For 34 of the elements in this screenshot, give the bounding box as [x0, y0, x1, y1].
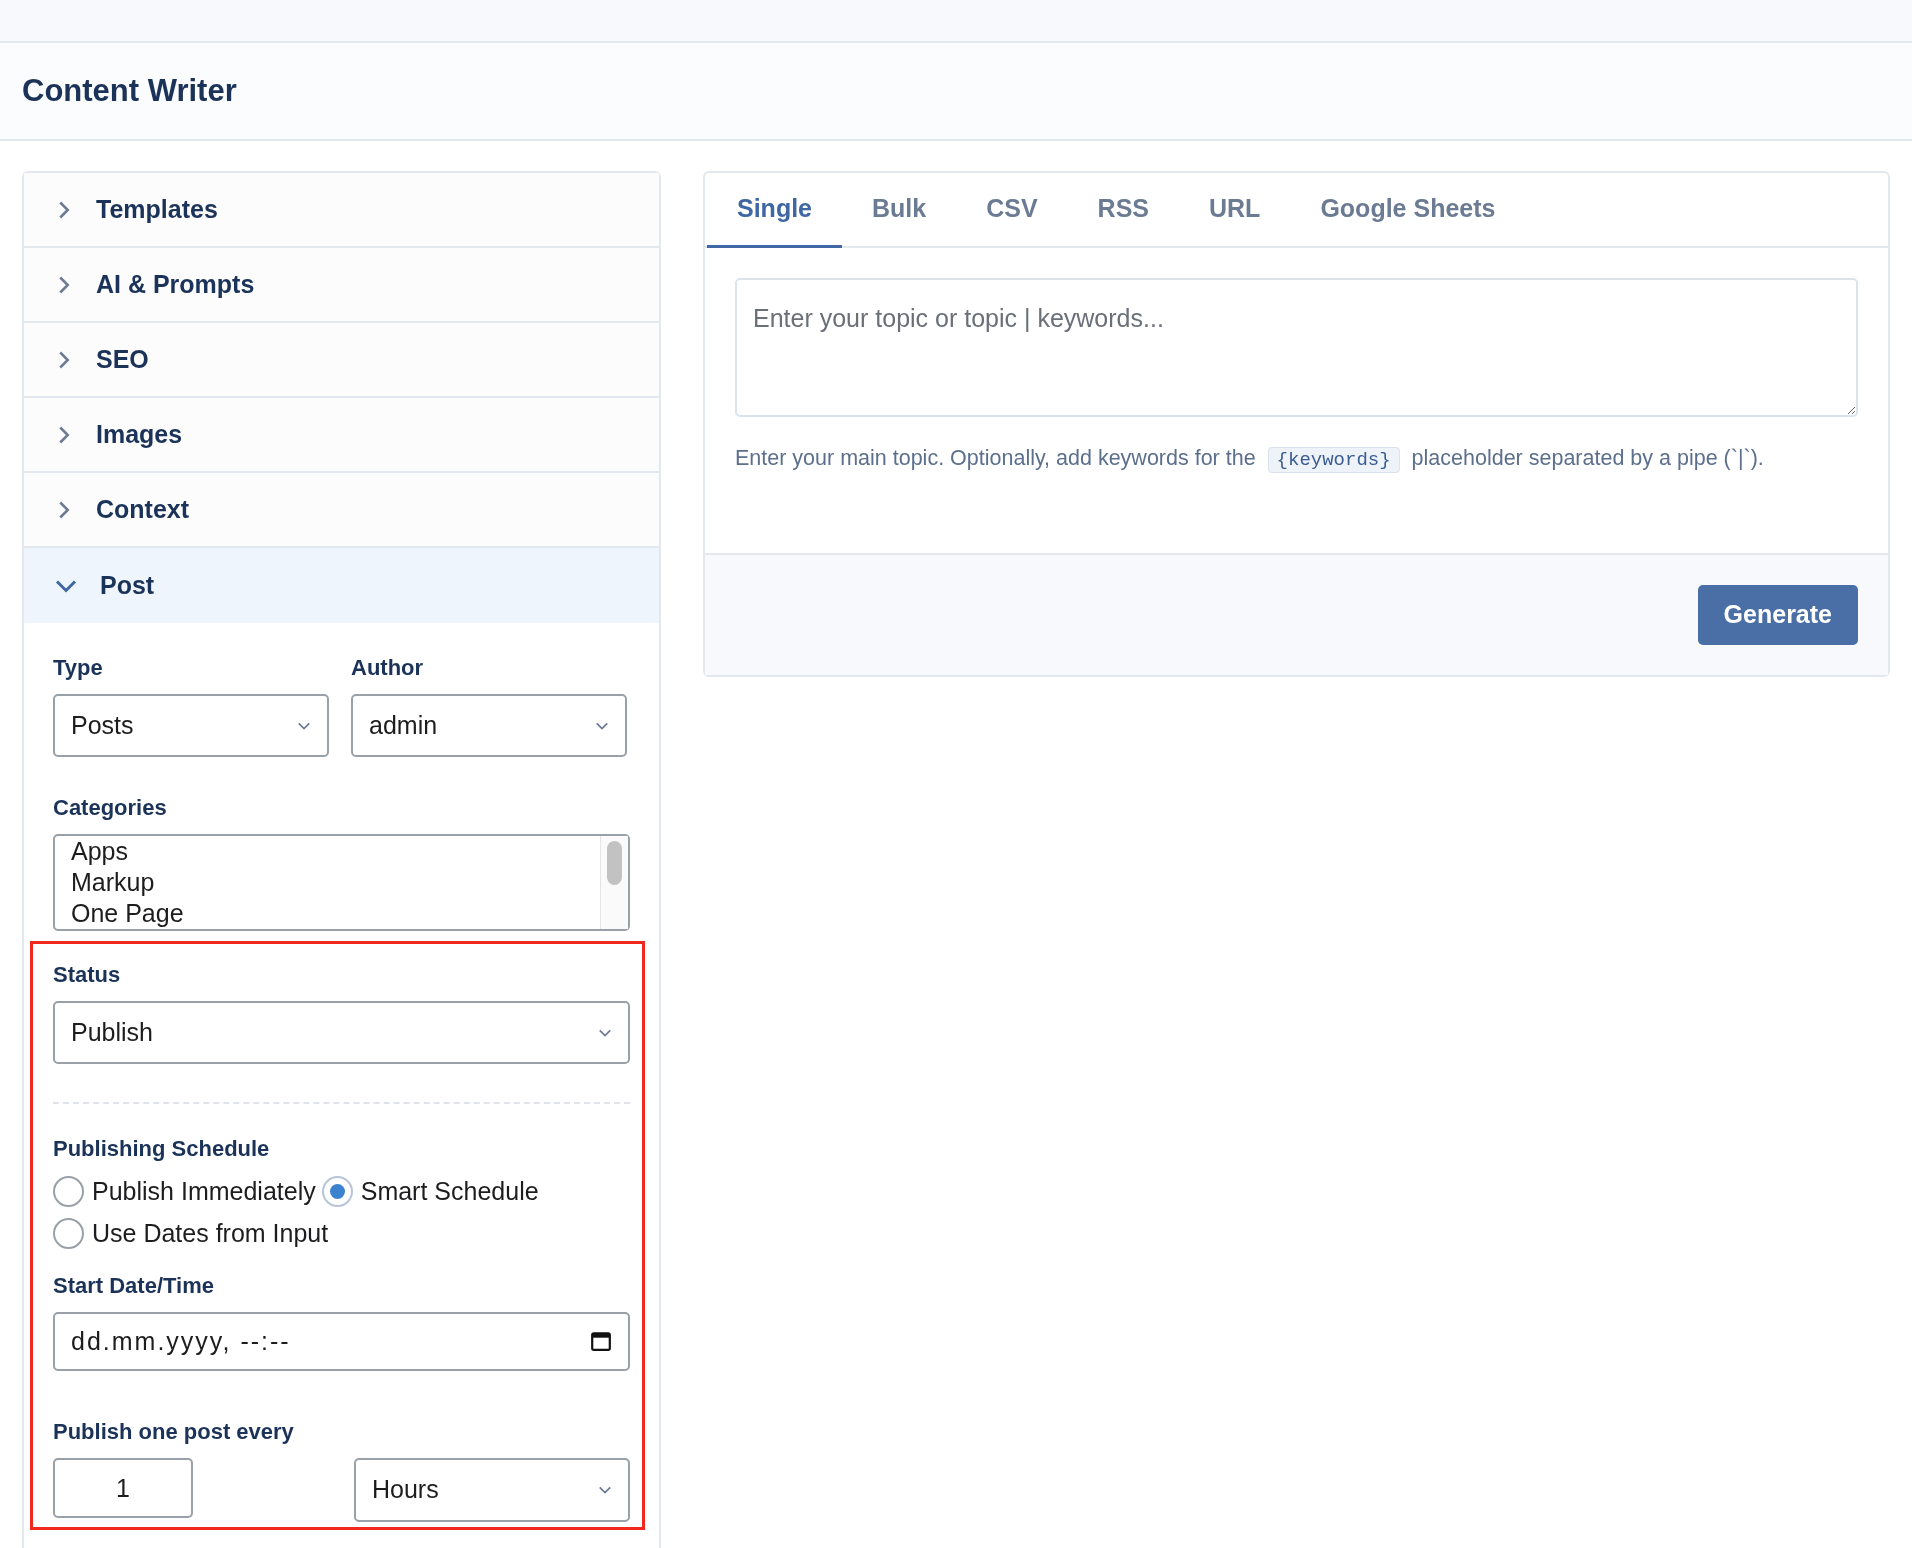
- field-label: Status: [53, 961, 121, 989]
- number-input[interactable]: 1: [53, 1458, 193, 1518]
- calendar-icon[interactable]: [590, 1330, 612, 1352]
- field-label: Start Date/Time: [53, 1272, 214, 1300]
- tab[interactable]: Single: [707, 173, 842, 248]
- tab[interactable]: RSS: [1067, 173, 1179, 248]
- field-label: Type: [53, 654, 103, 682]
- radio-option[interactable]: Use Dates from Input: [53, 1217, 329, 1249]
- unit-select[interactable]: Hours: [354, 1458, 630, 1522]
- generate-button[interactable]: Generate: [1697, 585, 1858, 645]
- field-label: Publishing Schedule: [53, 1135, 270, 1163]
- accordion-header[interactable]: Post: [24, 548, 659, 623]
- accordion-header[interactable]: Templates: [24, 173, 659, 248]
- tab[interactable]: URL: [1179, 173, 1291, 248]
- author-select[interactable]: admin: [351, 694, 627, 757]
- topic-input[interactable]: Enter your topic or topic | keywords...: [735, 278, 1858, 417]
- datetime-field[interactable]: dd.mm.yyyy, --:--: [53, 1312, 630, 1371]
- listbox-option[interactable]: One Page: [71, 898, 584, 929]
- categories-listbox[interactable]: Apps Markup One Page: [53, 834, 630, 931]
- tab[interactable]: CSV: [956, 173, 1068, 248]
- field-label: Categories: [53, 794, 167, 822]
- field-label: Author: [351, 654, 424, 682]
- tab[interactable]: Google Sheets: [1290, 173, 1526, 248]
- type-select[interactable]: Posts: [53, 694, 329, 757]
- radio-option[interactable]: Publish Immediately: [53, 1175, 316, 1207]
- scrollbar[interactable]: [600, 836, 628, 929]
- tab[interactable]: Bulk: [842, 173, 957, 248]
- page-title: Content Writer: [22, 72, 237, 110]
- help-text: Enter your main topic. Optionally, add keywords for the {keywords} placeholder separated by a pipe (`|`).: [735, 445, 1765, 475]
- status-select[interactable]: Publish: [53, 1001, 630, 1064]
- listbox-option[interactable]: Apps: [71, 836, 584, 867]
- listbox-option[interactable]: Markup: [71, 867, 584, 898]
- radio-option[interactable]: Smart Schedule: [321, 1175, 539, 1207]
- field-label: Publish one post every: [53, 1418, 294, 1446]
